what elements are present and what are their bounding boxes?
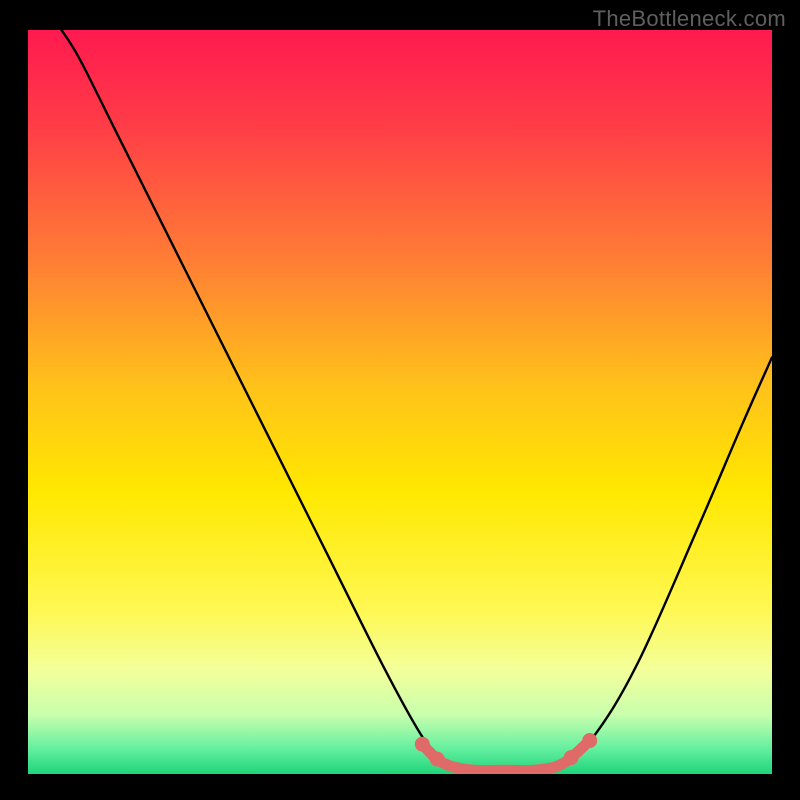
bottleneck-chart (0, 0, 800, 800)
target-flat-region-marker (415, 737, 430, 752)
target-flat-region-marker (582, 733, 597, 748)
watermark-text: TheBottleneck.com (593, 6, 786, 32)
plot-background (28, 30, 772, 774)
target-flat-region-marker (564, 750, 579, 765)
target-flat-region-marker (430, 752, 445, 767)
chart-stage: TheBottleneck.com (0, 0, 800, 800)
